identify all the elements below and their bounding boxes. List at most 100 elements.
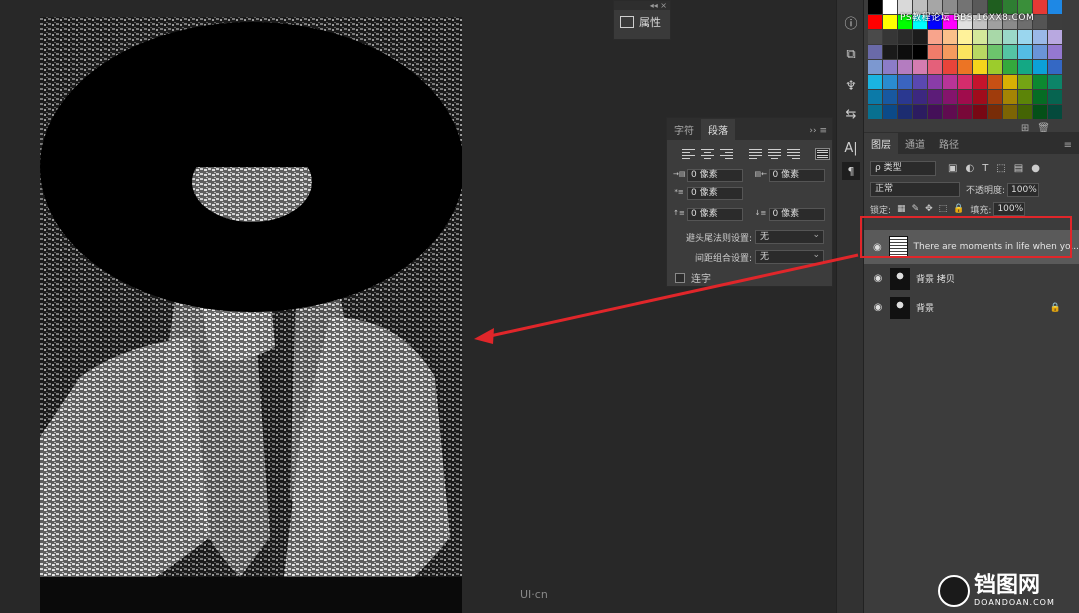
- swatch[interactable]: [898, 105, 912, 119]
- swatch[interactable]: [868, 75, 882, 89]
- layer-name[interactable]: 背景 拷贝: [916, 272, 955, 285]
- swatch[interactable]: [1048, 15, 1062, 29]
- swatch[interactable]: [898, 90, 912, 104]
- justify-last-center-icon[interactable]: [767, 148, 782, 160]
- justify-all-icon[interactable]: [815, 148, 830, 160]
- swatch[interactable]: [1048, 30, 1062, 44]
- swatch[interactable]: [1018, 75, 1032, 89]
- swatch[interactable]: [973, 105, 987, 119]
- lock-transparent-icon[interactable]: ▦: [897, 204, 906, 214]
- hyphenate-checkbox[interactable]: [675, 272, 685, 283]
- swatch[interactable]: [1003, 30, 1017, 44]
- swatch[interactable]: [898, 30, 912, 44]
- swatch[interactable]: [883, 105, 897, 119]
- swatch[interactable]: [898, 60, 912, 74]
- indent-left-field[interactable]: →▤ 0 像素: [673, 169, 745, 182]
- justify-last-left-icon[interactable]: [748, 148, 763, 160]
- visibility-eye-icon[interactable]: ◉: [870, 273, 886, 284]
- align-center-icon[interactable]: [700, 148, 715, 160]
- swatch[interactable]: [913, 45, 927, 59]
- kinsoku-select[interactable]: 无: [755, 229, 824, 244]
- swatch[interactable]: [1048, 0, 1062, 14]
- align-right-icon[interactable]: [719, 148, 734, 160]
- swatch[interactable]: [913, 90, 927, 104]
- space-after-field[interactable]: ↓≡ 0 像素: [755, 208, 827, 221]
- filter-shape-icon[interactable]: ⬚: [996, 163, 1005, 174]
- swatch[interactable]: [868, 0, 882, 14]
- swatch[interactable]: [988, 105, 1002, 119]
- paragraph-panel-icon[interactable]: ¶: [842, 162, 860, 180]
- swatch[interactable]: [883, 60, 897, 74]
- filter-pixel-icon[interactable]: ▣: [948, 163, 957, 174]
- align-left-icon[interactable]: [681, 148, 696, 160]
- swatch[interactable]: [1033, 60, 1047, 74]
- swatch[interactable]: [1003, 90, 1017, 104]
- swatch[interactable]: [943, 60, 957, 74]
- swatch[interactable]: [958, 75, 972, 89]
- swatch[interactable]: [898, 45, 912, 59]
- swatch[interactable]: [943, 30, 957, 44]
- swatch[interactable]: [928, 60, 942, 74]
- swatch[interactable]: [973, 30, 987, 44]
- swatch[interactable]: [988, 90, 1002, 104]
- lock-image-icon[interactable]: ✎: [912, 204, 920, 214]
- swatch[interactable]: [1018, 60, 1032, 74]
- swatch[interactable]: [913, 105, 927, 119]
- swatch[interactable]: [958, 30, 972, 44]
- character-panel-icon[interactable]: A|: [837, 134, 865, 162]
- filter-adjustment-icon[interactable]: ◐: [965, 163, 974, 174]
- tab-character[interactable]: 字符: [667, 119, 701, 140]
- layer-row[interactable]: ◉ 背景 拷贝: [864, 264, 1079, 293]
- document-canvas[interactable]: [40, 17, 462, 613]
- swatch[interactable]: [868, 15, 882, 29]
- swatch[interactable]: [988, 75, 1002, 89]
- swatch[interactable]: [1048, 45, 1062, 59]
- swatch[interactable]: [883, 30, 897, 44]
- swatch[interactable]: [928, 30, 942, 44]
- swatch[interactable]: [958, 105, 972, 119]
- indent-first-value[interactable]: 0 像素: [687, 187, 743, 200]
- swatch[interactable]: [868, 90, 882, 104]
- swatch[interactable]: [1018, 90, 1032, 104]
- swatch[interactable]: [988, 45, 1002, 59]
- layers-menu-icon[interactable]: ≡: [1057, 137, 1079, 154]
- justify-last-right-icon[interactable]: [786, 148, 801, 160]
- filter-type-icon[interactable]: T: [982, 163, 988, 174]
- filter-toggle-icon[interactable]: ●: [1031, 163, 1040, 174]
- layer-row[interactable]: ◉ 背景 🔒: [864, 293, 1079, 322]
- swatch[interactable]: [988, 30, 1002, 44]
- info-icon[interactable]: ⓘ: [837, 8, 865, 36]
- swatch[interactable]: [883, 15, 897, 29]
- swatch[interactable]: [1033, 90, 1047, 104]
- opacity-field[interactable]: 100%: [1007, 182, 1040, 197]
- swatch[interactable]: [943, 105, 957, 119]
- swatch[interactable]: [913, 60, 927, 74]
- properties-button[interactable]: 属性: [614, 10, 670, 34]
- swatch[interactable]: [1048, 90, 1062, 104]
- adjustments-icon[interactable]: ⇆: [837, 100, 865, 128]
- swatch[interactable]: [928, 105, 942, 119]
- visibility-eye-icon[interactable]: ◉: [870, 302, 886, 313]
- swatch[interactable]: [1033, 15, 1047, 29]
- swatch[interactable]: [868, 45, 882, 59]
- swatch[interactable]: [928, 75, 942, 89]
- swatch[interactable]: [943, 45, 957, 59]
- swatch[interactable]: [1048, 75, 1062, 89]
- tab-paragraph[interactable]: 段落: [701, 119, 735, 140]
- swatch[interactable]: [868, 60, 882, 74]
- swatch[interactable]: [1003, 75, 1017, 89]
- swatch[interactable]: [1018, 30, 1032, 44]
- swatch[interactable]: [883, 75, 897, 89]
- swatch[interactable]: [883, 45, 897, 59]
- lock-all-icon[interactable]: 🔒: [953, 204, 964, 214]
- lock-artboard-icon[interactable]: ⬚: [939, 204, 948, 214]
- swatch[interactable]: [1033, 0, 1047, 14]
- swatch[interactable]: [958, 60, 972, 74]
- space-before-value[interactable]: 0 像素: [687, 208, 743, 221]
- swatch[interactable]: [883, 90, 897, 104]
- swatch[interactable]: [1003, 60, 1017, 74]
- swatch[interactable]: [898, 75, 912, 89]
- lock-position-icon[interactable]: ✥: [925, 204, 933, 214]
- swatch[interactable]: [913, 30, 927, 44]
- swatch[interactable]: [913, 75, 927, 89]
